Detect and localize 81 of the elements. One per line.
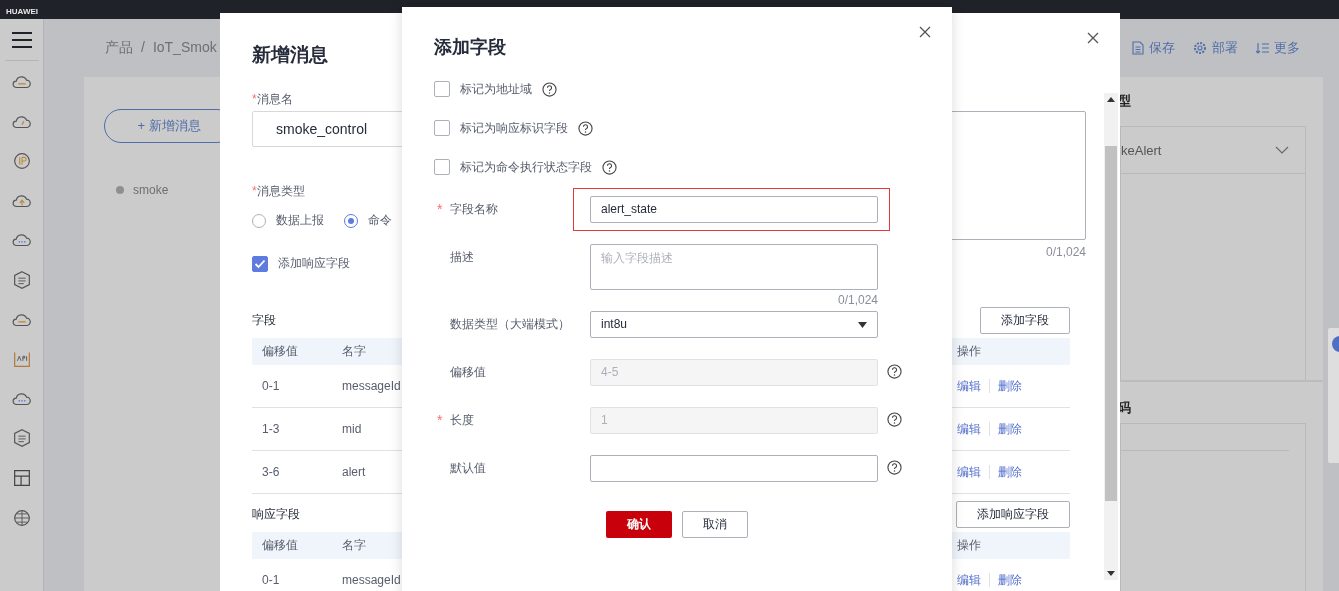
checkbox[interactable] (434, 120, 450, 136)
help-icon[interactable] (602, 159, 617, 175)
scrollbar[interactable] (1104, 93, 1118, 580)
field-label: 描述 (450, 250, 474, 264)
scroll-up-arrow-icon[interactable] (1107, 97, 1115, 102)
checkbox[interactable] (434, 81, 450, 97)
breadcrumb-separator: / (141, 39, 145, 57)
checkbox[interactable] (434, 159, 450, 175)
field-label: 默认值 (450, 461, 486, 475)
table-cell-text: 1-3 (261, 422, 281, 436)
help-icon[interactable] (887, 460, 902, 475)
caret-icon (858, 321, 867, 328)
section-title: 响应字段 (252, 506, 300, 523)
dropdown[interactable]: int8u (590, 311, 878, 338)
required-asterisk: * (252, 183, 257, 199)
checkbox-label: 添加响应字段 (278, 255, 350, 272)
column-header: 名字 (341, 343, 367, 360)
select-field[interactable]: keAlert (1121, 127, 1305, 174)
scroll-down-arrow-icon[interactable] (1107, 571, 1115, 576)
field-label: 消息类型 (256, 183, 305, 199)
delete-link[interactable]: 删除 (998, 420, 1022, 438)
character-count: 0/1,024 (1044, 244, 1086, 260)
delete-link[interactable]: 删除 (998, 463, 1022, 481)
radio-label: 命令 (368, 212, 392, 229)
close-icon[interactable] (919, 26, 931, 38)
field-label: 偏移值 (450, 365, 486, 379)
edit-link[interactable]: 编辑 (957, 463, 981, 481)
field-label: 字段名称 (450, 202, 498, 216)
field-label: 消息名 (256, 91, 293, 107)
add-field-button[interactable]: 添加字段 (980, 307, 1070, 334)
required-asterisk: * (437, 412, 443, 428)
input-field[interactable]: alert_state (590, 196, 878, 223)
sort-icon (1256, 42, 1269, 54)
table-cell-text: messageId (341, 379, 402, 393)
message-item[interactable]: smoke (133, 183, 169, 197)
delete-link[interactable]: 删除 (998, 571, 1022, 589)
help-icon[interactable] (578, 120, 593, 136)
column-header: 名字 (341, 537, 367, 554)
more-button[interactable]: 更多 (1256, 39, 1300, 57)
dialog-title: 添加字段 (434, 36, 506, 58)
status-dot (116, 186, 124, 194)
delete-link[interactable]: 删除 (998, 377, 1022, 395)
breadcrumb-current: IoT_Smok (152, 39, 217, 57)
breadcrumb-link[interactable]: 产品 (105, 39, 133, 57)
help-icon[interactable] (542, 81, 557, 97)
chevron-down-icon (1275, 146, 1289, 154)
section-title: 字段 (252, 312, 276, 329)
input-field[interactable] (590, 455, 878, 482)
column-header: 偏移值 (261, 537, 299, 554)
checkbox-label: 标记为地址域 (460, 81, 532, 97)
table-cell-text: messageId (341, 573, 402, 587)
edit-link[interactable]: 编辑 (957, 420, 981, 438)
table-cell-text: mid (341, 422, 363, 436)
checkbox-label: 标记为命令执行状态字段 (460, 159, 592, 175)
table-cell-text: alert (341, 465, 367, 479)
field-label: 长度 (450, 413, 474, 427)
close-icon[interactable] (1087, 32, 1099, 44)
save-button[interactable]: 保存 (1132, 39, 1175, 57)
character-count: 0/1,024 (836, 292, 878, 308)
column-header: 操作 (956, 343, 982, 360)
column-header: 偏移值 (261, 343, 299, 360)
required-asterisk: * (252, 91, 257, 107)
menu-icon[interactable] (11, 32, 32, 48)
add-field-button[interactable]: 添加响应字段 (956, 501, 1070, 528)
field-label: 数据类型（大端模式） (450, 317, 570, 331)
confirm-button[interactable]: 确认 (606, 511, 672, 538)
column-header: 操作 (956, 537, 982, 554)
table-cell-text: 3-6 (261, 465, 281, 479)
deploy-button[interactable]: 部署 (1193, 39, 1238, 57)
edit-link[interactable]: 编辑 (957, 571, 981, 589)
document-icon (1132, 41, 1144, 55)
gear-icon (1193, 41, 1207, 55)
cancel-button[interactable]: 取消 (682, 511, 748, 538)
logo-text: HUAWEI (6, 7, 38, 16)
edit-link[interactable]: 编辑 (957, 377, 981, 395)
checkbox[interactable] (252, 255, 268, 272)
table-cell-text: 0-1 (261, 379, 281, 393)
required-asterisk: * (437, 201, 443, 217)
radio-label: 数据上报 (276, 212, 324, 229)
table-cell-text: 0-1 (261, 573, 281, 587)
dialog-title: 新增消息 (252, 43, 328, 67)
